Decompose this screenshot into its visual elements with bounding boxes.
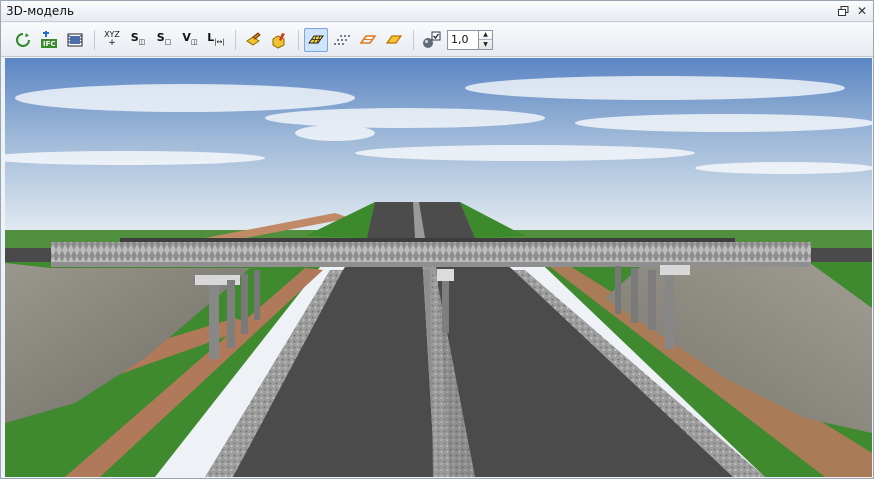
surface-area-label: S [156,31,165,45]
mesh-surface-icon [308,35,324,43]
toolbar: IFC XYZ + S◫ S□ V◫ L|↔| 1,0 ▲ ▼ [1,23,873,57]
scale-input[interactable]: 1,0 [447,29,479,50]
points-icon [334,34,350,45]
svg-text:IFC: IFC [43,40,56,48]
block-pen-icon [272,32,285,49]
model-3d-window: 3D-модель ✕ IFC XYZ + S◫ S□ V◫ L|↔| 1,0 … [0,0,874,479]
area-button[interactable]: S◫ [126,28,150,52]
select-object-button[interactable] [241,28,265,52]
dimension-icon: |↔| [214,38,225,47]
square-icon: □ [164,38,172,47]
light-settings-button[interactable] [419,28,443,52]
spin-up-icon[interactable]: ▲ [479,31,492,40]
import-ifc-button[interactable]: IFC [37,28,61,52]
length-button[interactable]: L|↔| [204,28,228,52]
area-polygon-icon: ◫ [138,38,146,47]
3d-viewport[interactable] [5,58,872,477]
show-points-button[interactable] [330,28,354,52]
volume-label: V [182,31,191,45]
spin-down-icon[interactable]: ▼ [479,40,492,49]
ifc-import-icon: IFC [41,30,57,48]
show-solid-button[interactable] [382,28,406,52]
show-wireframe-button[interactable] [356,28,380,52]
bridge-deck-edge [51,262,811,267]
3d-scene [5,58,872,477]
refresh-button[interactable] [11,28,35,52]
toolbar-separator [94,29,95,50]
wireframe-icon [359,34,377,44]
crosshair-icon: + [108,38,116,48]
xyz-coordinates-button[interactable]: XYZ + [100,28,124,52]
window-title: 3D-модель [6,4,75,18]
toolbar-separator [298,29,299,50]
show-surface-button[interactable] [304,27,328,52]
toolbar-separator [235,29,236,50]
pencil-block-icon [246,31,261,46]
scale-spinner[interactable]: 1,0 ▲ ▼ [447,29,493,50]
restore-window-icon[interactable] [835,3,851,19]
toolbar-separator [413,29,414,50]
cube-icon: ◫ [190,38,198,47]
volume-button[interactable]: V◫ [178,28,202,52]
title-bar: 3D-модель ✕ [1,1,873,22]
film-button[interactable] [63,28,87,52]
close-icon[interactable]: ✕ [854,3,870,19]
solid-surface-icon [385,34,403,44]
edit-object-button[interactable] [267,28,291,52]
light-checkbox-icon [423,31,441,48]
area-label: S [130,31,139,45]
surface-area-button[interactable]: S□ [152,28,176,52]
film-icon [67,33,83,46]
refresh-icon [16,32,30,47]
